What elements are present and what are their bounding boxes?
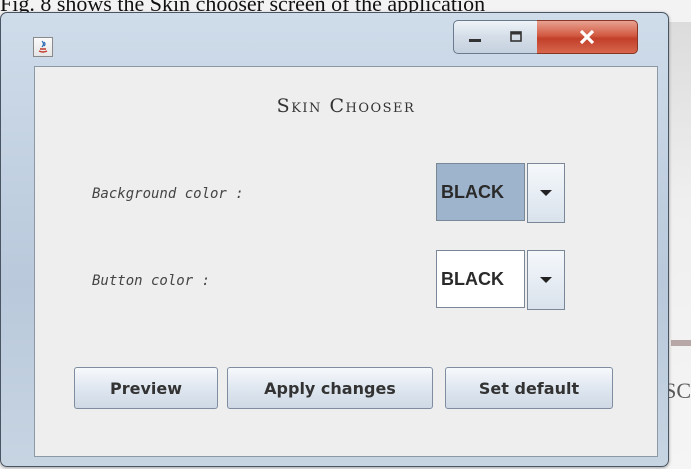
maximize-icon xyxy=(510,31,522,42)
apply-changes-button[interactable]: Apply changes xyxy=(227,367,433,409)
background-color-value[interactable]: BLACK xyxy=(436,163,526,221)
button-color-select[interactable]: BLACK xyxy=(436,250,565,310)
skin-chooser-window: Skin Chooser Background color : BLACK Bu… xyxy=(0,12,669,467)
preview-button[interactable]: Preview xyxy=(74,367,218,409)
button-color-value[interactable]: BLACK xyxy=(436,250,526,308)
close-button[interactable] xyxy=(537,20,638,54)
button-color-dropdown-button[interactable] xyxy=(527,250,565,310)
set-default-button[interactable]: Set default xyxy=(445,367,613,409)
minimize-icon xyxy=(469,39,481,42)
background-color-dropdown-button[interactable] xyxy=(527,163,565,223)
java-app-icon[interactable] xyxy=(33,37,53,57)
close-icon xyxy=(579,29,595,45)
button-color-label: Button color : xyxy=(92,273,211,289)
dialog-content: Skin Chooser Background color : BLACK Bu… xyxy=(34,66,658,457)
chevron-down-icon xyxy=(540,190,553,196)
maximize-button[interactable] xyxy=(495,20,538,54)
background-divider xyxy=(671,340,691,346)
background-color-select[interactable]: BLACK xyxy=(436,163,565,223)
background-color-label: Background color : xyxy=(92,186,244,202)
chevron-down-icon xyxy=(540,277,553,283)
minimize-button[interactable] xyxy=(453,20,497,54)
title-bar[interactable] xyxy=(1,13,668,65)
dialog-title: Skin Chooser xyxy=(276,95,416,117)
